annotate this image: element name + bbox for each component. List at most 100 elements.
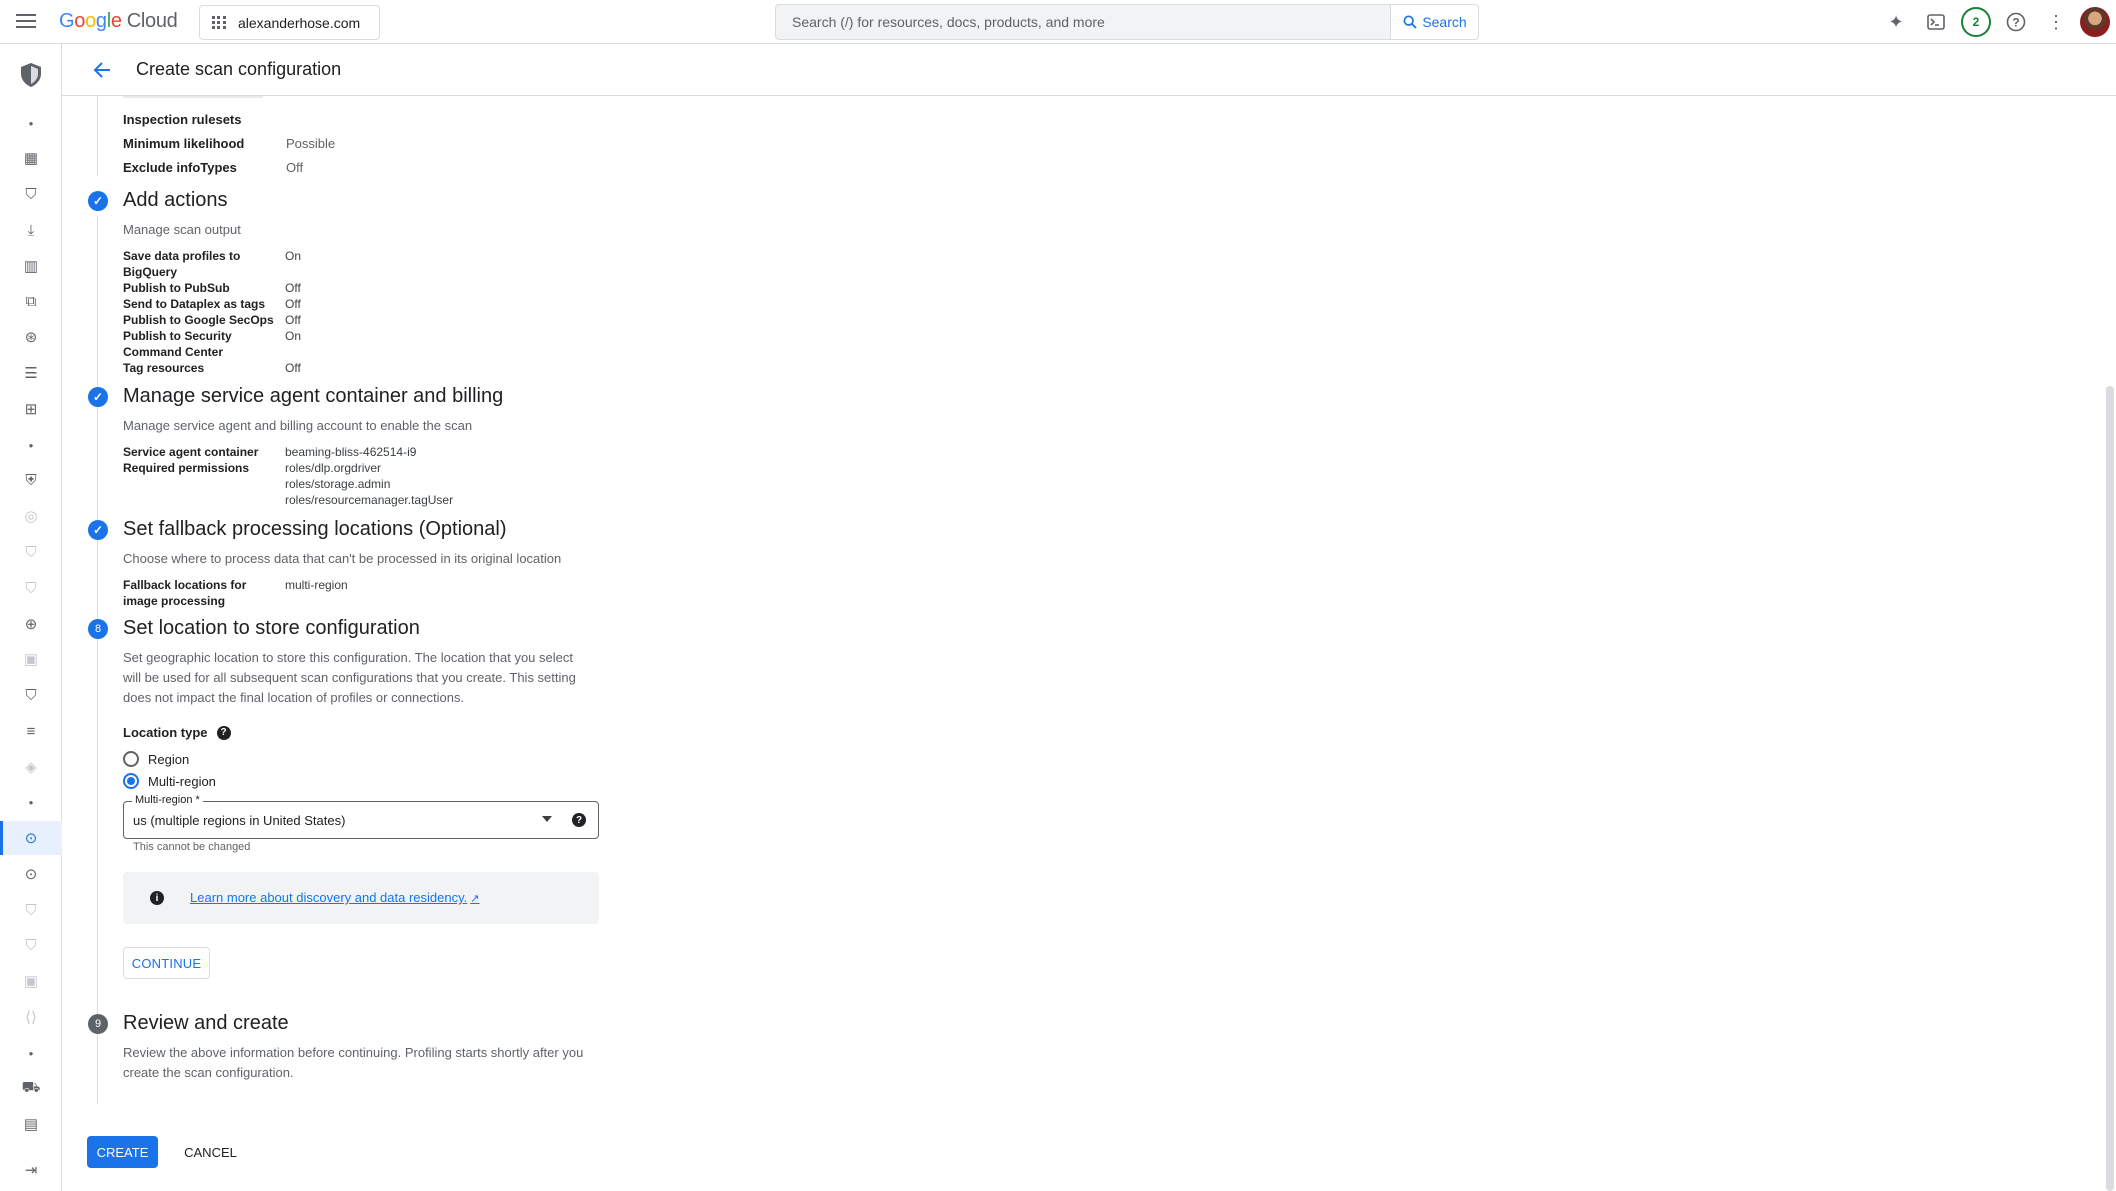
notifications-button[interactable]: 2 bbox=[1956, 2, 1996, 42]
svg-text:?: ? bbox=[2012, 16, 2019, 30]
location-type-label: Location type bbox=[123, 725, 208, 740]
step-title-fallback[interactable]: Set fallback processing locations (Optio… bbox=[123, 518, 507, 541]
external-link-icon: ↗ bbox=[470, 893, 480, 905]
radio-multi-region[interactable]: Multi-region bbox=[123, 773, 216, 789]
step-complete-check-icon: ✓ bbox=[88, 520, 108, 540]
summary-value: beaming-bliss-462514-i9 bbox=[285, 445, 417, 459]
summary-key: Command Center bbox=[123, 345, 224, 359]
list-icon[interactable]: ☰ bbox=[0, 356, 62, 390]
shield-icon[interactable]: ⛉ bbox=[0, 893, 62, 927]
dot-icon: ● bbox=[28, 118, 34, 128]
search-button[interactable]: Search bbox=[1390, 5, 1478, 39]
back-arrow-icon[interactable] bbox=[76, 44, 128, 96]
search-input[interactable] bbox=[776, 5, 1390, 39]
cart-icon[interactable]: ⛟ bbox=[0, 1071, 62, 1105]
radio-label: Multi-region bbox=[148, 773, 216, 789]
security-shield-icon[interactable] bbox=[0, 53, 62, 97]
summary-key: Exclude infoTypes bbox=[123, 160, 237, 175]
help-icon[interactable]: ? bbox=[1996, 2, 2036, 42]
multi-region-select[interactable]: Multi-region * us (multiple regions in U… bbox=[123, 794, 599, 839]
summary-value: Possible bbox=[286, 136, 336, 151]
left-nav-rail: ● ▦ ⛉ ⤓ ▥ ⧉ ⊛ ☰ ⊞ ● ⛨ ◎ ⛉ ⛉ ⊕ ▣ ⛉ ≡ ◈ ● … bbox=[0, 44, 62, 1191]
create-button[interactable]: CREATE bbox=[87, 1136, 158, 1168]
id-icon[interactable]: ▣ bbox=[0, 642, 62, 676]
step-title-service-agent[interactable]: Manage service agent container and billi… bbox=[123, 385, 503, 408]
notification-count: 2 bbox=[1961, 7, 1991, 37]
project-icon bbox=[212, 15, 226, 30]
project-picker[interactable]: alexanderhose.com bbox=[199, 5, 380, 40]
step-title-location: Set location to store configuration bbox=[123, 617, 420, 639]
code-icon[interactable]: ⟨⟩ bbox=[0, 1000, 62, 1034]
step-connector bbox=[97, 644, 98, 1104]
shield-icon[interactable]: ⛉ bbox=[0, 678, 62, 712]
step-description: Set geographic location to store this co… bbox=[123, 650, 573, 665]
gemini-sparkle-icon[interactable]: ✦ bbox=[1876, 2, 1916, 42]
summary-key: Minimum likelihood bbox=[123, 136, 245, 151]
clipped-row bbox=[123, 96, 423, 100]
learn-more-link[interactable]: Learn more about discovery and data resi… bbox=[190, 890, 479, 905]
report-icon[interactable]: ▤ bbox=[0, 1107, 62, 1141]
faded-icon[interactable]: ▣ bbox=[0, 964, 62, 998]
shield-icon[interactable]: ⛉ bbox=[0, 177, 62, 211]
step-number-badge: 9 bbox=[88, 1014, 108, 1034]
dashboard-icon[interactable]: ▦ bbox=[0, 141, 62, 175]
select-hint: This cannot be changed bbox=[133, 841, 251, 853]
chart-icon[interactable]: ▥ bbox=[0, 249, 62, 283]
faded-icon[interactable]: ⛉ bbox=[0, 571, 62, 605]
search-list-icon[interactable]: ≡ bbox=[0, 714, 62, 748]
continue-button[interactable]: CONTINUE bbox=[123, 947, 210, 979]
summary-key: Fallback locations for bbox=[123, 578, 247, 592]
cloud-shell-icon[interactable] bbox=[1916, 2, 1956, 42]
summary-value: roles/resourcemanager.tagUser bbox=[285, 493, 454, 507]
page-header: Create scan configuration bbox=[62, 44, 2116, 96]
scrollbar-thumb[interactable] bbox=[2106, 386, 2114, 1191]
speaker-icon[interactable]: ◈ bbox=[0, 750, 62, 784]
help-icon[interactable]: ? bbox=[216, 725, 231, 740]
globe-icon[interactable]: ⊕ bbox=[0, 607, 62, 641]
download-icon[interactable]: ⤓ bbox=[0, 213, 62, 247]
summary-key: Tag resources bbox=[123, 361, 205, 375]
summary-value: Off bbox=[285, 281, 301, 295]
expand-icon[interactable]: ⇥ bbox=[0, 1153, 62, 1187]
summary-value: On bbox=[285, 249, 302, 263]
summary-value: Off bbox=[285, 297, 301, 311]
select-label: Multi-region * bbox=[132, 794, 203, 806]
summary-key: Required permissions bbox=[123, 461, 250, 475]
avatar[interactable] bbox=[2080, 7, 2110, 37]
badge-icon[interactable]: ⛨ bbox=[0, 463, 62, 497]
grid-icon[interactable]: ⊞ bbox=[0, 392, 62, 426]
cancel-button[interactable]: CANCEL bbox=[175, 1136, 246, 1168]
search-icon bbox=[1403, 15, 1417, 29]
step-complete-check-icon: ✓ bbox=[88, 191, 108, 211]
vertical-scrollbar[interactable] bbox=[2104, 96, 2116, 1191]
help-icon[interactable]: ? bbox=[572, 813, 586, 827]
main-menu-icon[interactable] bbox=[14, 10, 38, 34]
step-title-add-actions[interactable]: Add actions bbox=[123, 189, 228, 212]
summary-value: roles/storage.admin bbox=[285, 477, 391, 491]
step-description: Review the above information before cont… bbox=[123, 1045, 584, 1060]
faded-icon[interactable]: ⛉ bbox=[0, 928, 62, 962]
step-description: Manage service agent and billing account… bbox=[123, 418, 473, 433]
network-icon[interactable]: ⧉ bbox=[0, 284, 62, 318]
dlp-icon[interactable]: ⊙ bbox=[0, 857, 62, 891]
step-number-badge: 8 bbox=[88, 619, 108, 639]
google-cloud-logo[interactable]: Google Cloud bbox=[59, 10, 178, 33]
summary-value: On bbox=[285, 329, 302, 343]
summary-key: Save data profiles to bbox=[123, 249, 241, 263]
step-title-review: Review and create bbox=[123, 1012, 289, 1034]
dlp-active-icon[interactable]: ⊙ bbox=[0, 821, 62, 855]
radio-button-unchecked[interactable] bbox=[123, 751, 139, 767]
summary-key: Publish to Google SecOps bbox=[123, 313, 274, 327]
search-bar: Search bbox=[775, 4, 1479, 40]
radio-button-checked[interactable] bbox=[123, 773, 139, 789]
radio-region[interactable]: Region bbox=[123, 751, 189, 767]
more-vert-icon[interactable]: ⋮ bbox=[2036, 2, 2076, 42]
summary-value: multi-region bbox=[285, 578, 348, 592]
select-value: us (multiple regions in United States) bbox=[133, 813, 346, 828]
faded-icon[interactable]: ◎ bbox=[0, 499, 62, 533]
chevron-down-icon[interactable] bbox=[542, 816, 552, 822]
faded-icon[interactable]: ⛉ bbox=[0, 535, 62, 569]
page-title: Create scan configuration bbox=[136, 59, 342, 79]
summary-value: roles/dlp.orgdriver bbox=[285, 461, 382, 475]
search-shield-icon[interactable]: ⊛ bbox=[0, 320, 62, 354]
